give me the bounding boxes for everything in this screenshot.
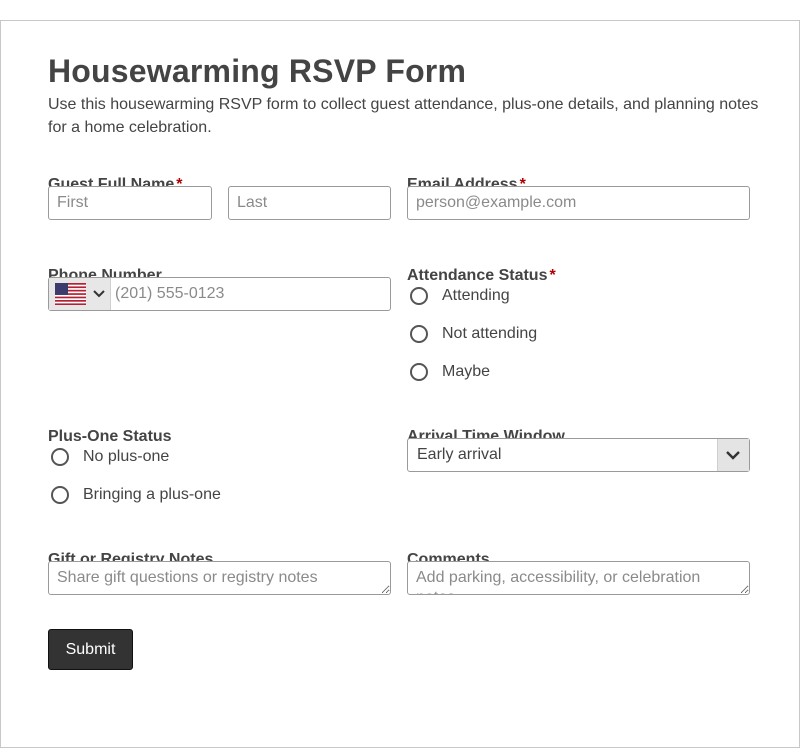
gift-notes-textarea[interactable]	[48, 561, 391, 595]
phone-input[interactable]	[115, 278, 385, 310]
plus-one-option-bringing[interactable]: Bringing a plus-one	[49, 483, 221, 507]
last-name-input[interactable]	[228, 186, 391, 220]
first-name-input[interactable]	[48, 186, 212, 220]
attendance-label-text: Attendance Status	[407, 267, 548, 284]
radio-button[interactable]	[410, 287, 428, 305]
radio-label: Attending	[442, 287, 510, 304]
radio-label: Not attending	[442, 325, 538, 342]
chevron-down-icon	[93, 290, 105, 298]
plus-one-label: Plus-One Status	[48, 428, 172, 445]
submit-button[interactable]: Submit	[48, 629, 133, 670]
plus-one-option-none[interactable]: No plus-one	[49, 445, 169, 469]
comments-textarea[interactable]	[407, 561, 750, 595]
attendance-option-not-attending[interactable]: Not attending	[408, 322, 537, 346]
select-arrow[interactable]	[717, 439, 749, 471]
attendance-option-attending[interactable]: Attending	[408, 284, 510, 308]
email-input[interactable]	[407, 186, 750, 220]
radio-label: Bringing a plus-one	[83, 486, 221, 503]
radio-label: No plus-one	[83, 448, 170, 465]
radio-button[interactable]	[410, 325, 428, 343]
radio-button[interactable]	[51, 486, 69, 504]
phone-field	[48, 277, 391, 311]
country-select-button[interactable]	[49, 278, 111, 310]
arrival-select[interactable]: Early arrival	[407, 438, 750, 472]
form-description: Use this housewarming RSVP form to colle…	[48, 96, 759, 136]
chevron-down-icon	[726, 451, 740, 460]
attendance-label: Attendance Status *	[407, 267, 556, 285]
arrival-selected-value: Early arrival	[417, 446, 502, 463]
radio-button[interactable]	[410, 363, 428, 381]
radio-button[interactable]	[51, 448, 69, 466]
form-title: Housewarming RSVP Form	[48, 53, 467, 89]
us-flag-icon	[55, 283, 86, 305]
required-marker: *	[549, 267, 556, 284]
radio-label: Maybe	[442, 363, 491, 380]
attendance-option-maybe[interactable]: Maybe	[408, 360, 490, 384]
